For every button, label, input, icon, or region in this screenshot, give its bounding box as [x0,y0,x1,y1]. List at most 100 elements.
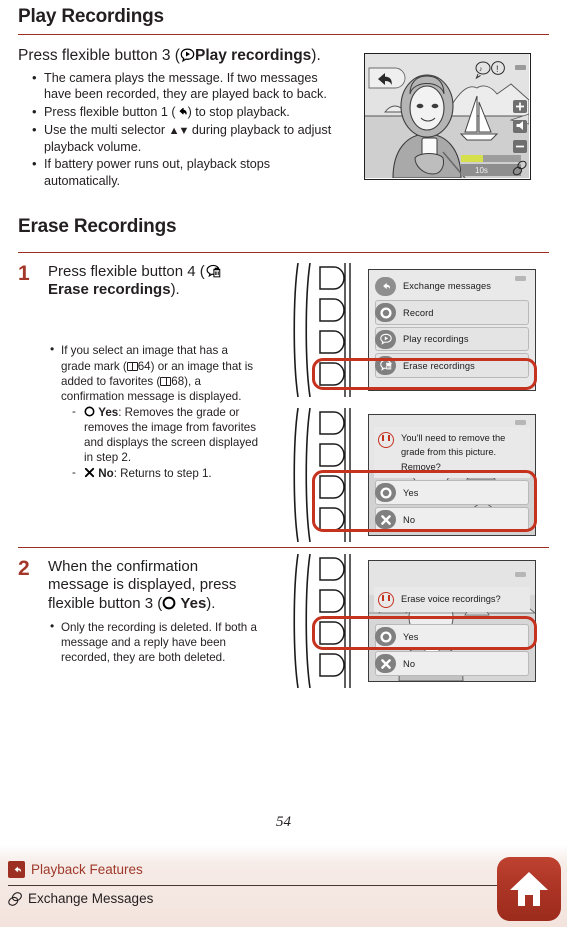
record-icon [375,303,396,323]
step-2: 2 When the confirmation message is displ… [18,553,549,708]
home-button[interactable] [497,857,561,921]
lead-suffix: ). [311,47,321,65]
erase-recordings-icon [375,356,396,376]
battery-icon [515,571,526,577]
note-ref-2: 68 [171,374,185,388]
play-bubble-icon [180,48,195,63]
dialog-message-text: Erase voice recordings? [401,594,501,605]
breadcrumb-divider [8,885,516,886]
step2-head-bold: Yes [180,594,207,612]
step-1: 1 Press flexible button 4 ( Erase record… [18,261,549,555]
step-number: 2 [18,556,30,580]
home-icon [510,872,548,906]
play-bubble-icon [375,329,396,349]
list-item: Use the multi selector ▲▼ during playbac… [32,121,337,155]
svg-text:♪: ♪ [479,66,483,73]
step-number: 1 [18,261,30,285]
title-divider [18,33,549,36]
breadcrumb-current-label: Exchange Messages [28,891,154,906]
back-arrow-icon [375,276,396,296]
dialog-option-label: Yes [403,631,419,642]
dialog-option-no[interactable]: No [375,651,529,676]
list-item: Only the recording is deleted. If both a… [50,619,259,666]
bullet2-prefix: Press flexible button 1 ( [44,105,176,120]
camera-screen: Erase voice recordings? Yes No [368,559,536,682]
list-item: If you select an image that has a grade … [50,342,259,481]
dialog-message-text: You'll need to remove the grade from thi… [401,432,506,472]
menu-item-exchange-messages[interactable]: Exchange messages [375,274,529,299]
section2-title: Erase Recordings [18,215,177,237]
list-item: If battery power runs out, playback stop… [32,155,337,189]
back-arrow-icon [176,106,188,118]
menu-item-label: Exchange messages [403,281,492,292]
camera-body-outline [293,553,351,688]
list-item: Press flexible button 1 ( ) to stop playb… [32,103,337,121]
erase-recordings-icon [205,264,221,279]
page-number: 54 [276,814,291,830]
cross-icon [375,510,396,530]
svg-text:!: ! [496,64,499,74]
multi-selector-arrows-icon: ▲▼ [168,124,190,137]
menu-item-record[interactable]: Record [375,300,529,325]
battery-icon [515,419,526,425]
list-item: No: Returns to step 1. [72,465,259,481]
dialog-option-no[interactable]: No [375,507,529,532]
camera-screen: You'll need to remove the grade from thi… [368,413,536,536]
lead-prefix: Press flexible button 3 ( [18,47,180,65]
camera-body-outline [293,407,351,542]
warning-icon [378,591,394,608]
breadcrumb-current: Exchange Messages [8,891,153,906]
bullet3-prefix: Use the multi selector [44,122,169,137]
menu-item-label: Erase recordings [403,360,475,371]
circle-icon [84,406,95,417]
dialog-message: Erase voice recordings? [374,586,530,612]
bullet2-suffix: ) to stop playback. [187,105,290,120]
step-1-notes: If you select an image that has a grade … [48,342,259,481]
page-footer: Playback Features Exchange Messages [0,845,567,927]
step2-head-suffix: ). [206,594,216,612]
page-title: Play Recordings [18,6,164,27]
note-ref-1: 64 [137,359,151,373]
svg-text:10s: 10s [475,166,488,175]
step-1-heading: Press flexible button 4 ( Erase recordin… [48,263,259,300]
menu-item-label: Play recordings [403,334,469,345]
section2-divider [18,251,549,253]
dialog-option-label: No [403,514,416,525]
menu-item-play-recordings[interactable]: Play recordings [375,326,529,352]
breadcrumb-parent[interactable]: Playback Features [8,861,143,878]
erase-voice-confirm-figure: Erase voice recordings? Yes No [292,553,537,688]
manual-page: Play Recordings Press flexible button 3 … [0,6,567,927]
step-2-notes: Only the recording is deleted. If both a… [48,619,259,666]
manual-reference-icon [160,376,172,386]
list-item: The camera plays the message. If two mes… [32,69,337,103]
circle-icon [375,627,396,647]
exchange-messages-icon [8,891,23,906]
menu-item-erase-recordings[interactable]: Erase recordings [375,353,529,378]
menu-item-label: Record [403,307,434,318]
dialog-option-yes[interactable]: Yes [375,480,529,505]
back-arrow-icon [8,861,25,878]
option-no-text: : Returns to step 1. [113,466,212,480]
camera-body-outline [293,262,351,397]
playback-screen-illustration: ♪ ! 10s [364,53,531,180]
circle-icon [162,596,176,610]
section1-bullet-list: The camera plays the message. If two mes… [18,69,337,190]
manual-reference-icon [126,361,138,371]
cross-icon [375,654,396,674]
dialog-message: You'll need to remove the grade from thi… [374,426,530,478]
circle-icon [375,483,396,503]
lead-bold: Play recordings [194,47,312,65]
warning-icon [378,431,394,448]
step1-head-bold: Erase recordings [48,281,171,299]
section1-lead: Press flexible button 3 ( Play recording… [18,46,337,65]
list-item: Yes: Removes the grade or removes the im… [72,404,259,466]
step-2-heading: When the confirmation message is display… [48,558,259,613]
dialog-option-label: No [403,658,416,669]
dialog-option-yes[interactable]: Yes [375,624,529,649]
camera-screen: Exchange messages Record Play recordings [368,268,536,391]
option-no-label: No [98,466,114,480]
remove-grade-confirm-figure: You'll need to remove the grade from thi… [292,407,537,542]
step-1-options: Yes: Removes the grade or removes the im… [61,404,259,481]
option-yes-label: Yes [98,405,119,419]
dialog-option-label: Yes [403,487,419,498]
